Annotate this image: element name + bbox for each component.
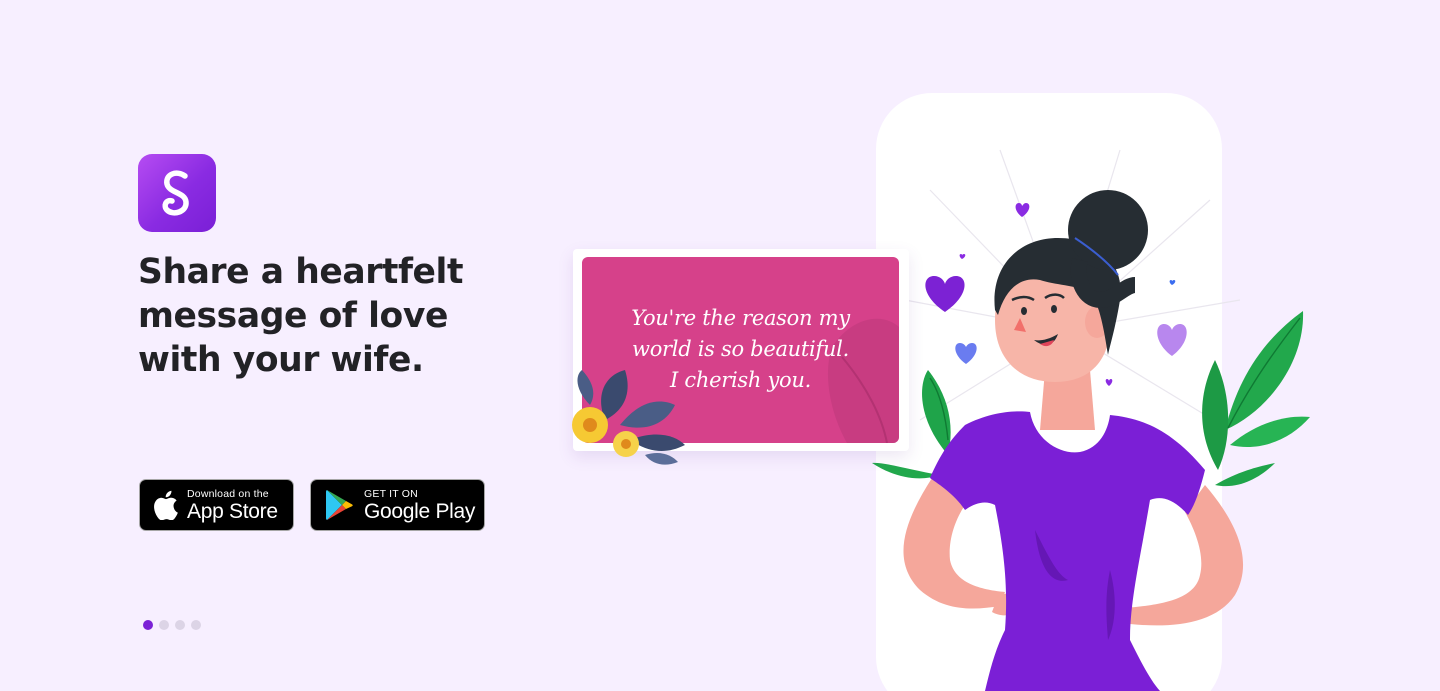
woman <box>903 190 1244 691</box>
card-line-2: world is so beautiful. <box>632 337 849 361</box>
card-message: You're the reason my world is so beautif… <box>582 303 899 396</box>
card-line-3: I cherish you. <box>670 368 811 392</box>
right-leaves <box>1202 311 1310 487</box>
card-line-1: You're the reason my <box>631 306 850 330</box>
message-card[interactable]: You're the reason my world is so beautif… <box>582 257 899 443</box>
